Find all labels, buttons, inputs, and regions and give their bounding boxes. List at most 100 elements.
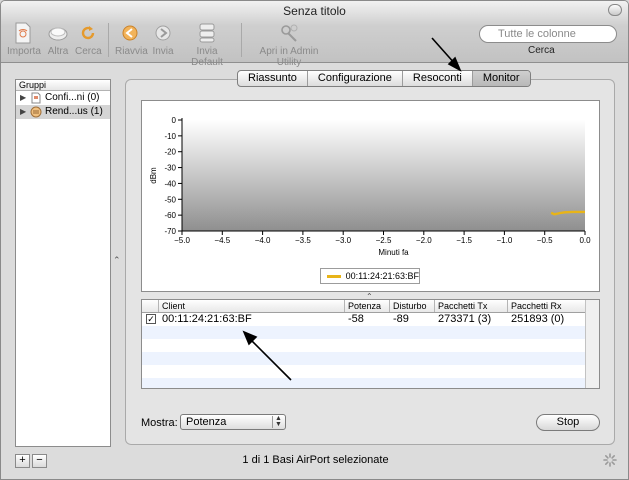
y-tick-label: -50 xyxy=(164,195,176,204)
status-text: 1 di 1 Basi AirPort selezionate xyxy=(242,454,389,466)
table-row-empty xyxy=(142,365,599,378)
potenza-cell: -58 xyxy=(348,313,364,325)
x-tick-label: −1.5 xyxy=(456,236,472,245)
table-header: Client Potenza Disturbo Pacchetti Tx Pac… xyxy=(142,300,599,313)
y-tick-label: 0 xyxy=(172,116,177,125)
legend-label: 00:11:24:21:63:BF xyxy=(345,271,419,281)
refresh-icon xyxy=(77,22,99,44)
restart-icon xyxy=(119,22,141,44)
toolbar: Senza titolo Importa Altra Cerca Riavvia… xyxy=(1,1,628,68)
mostra-value: Potenza xyxy=(186,416,227,428)
airport-base-icon xyxy=(47,22,69,44)
clients-table: Client Potenza Disturbo Pacchetti Tx Pac… xyxy=(141,299,600,389)
cerca-label: Cerca xyxy=(75,46,102,57)
column-header-pacchetti-tx[interactable]: Pacchetti Tx xyxy=(435,300,508,312)
chart-legend: 00:11:24:21:63:BF xyxy=(320,268,420,284)
mostra-select[interactable]: Potenza ▲ ▼ xyxy=(180,414,286,430)
x-tick-label: −2.5 xyxy=(376,236,392,245)
sidebar-item-rendezvous[interactable]: ▶ Rend...us (1) xyxy=(16,105,110,119)
window-title: Senza titolo xyxy=(283,4,346,18)
disclosure-triangle-icon[interactable]: ▶ xyxy=(20,105,28,119)
x-tick-label: 0.0 xyxy=(579,236,591,245)
window: Senza titolo Importa Altra Cerca Riavvia… xyxy=(0,0,629,480)
signal-chart-panel: 0 -10 -20 -30 -40 -50 -60 -70 −5.0 −4.5 −4.0 −3.5 −3… xyxy=(141,100,600,292)
signal-chart: 0 -10 -20 -30 -40 -50 -60 -70−5.0 −4.5 −4.0 −3.5 −3… xyxy=(149,116,591,257)
stop-button[interactable]: Stop xyxy=(536,414,600,431)
disclosure-triangle-icon[interactable]: ▶ xyxy=(20,91,28,105)
importa-button[interactable]: Importa xyxy=(7,22,41,57)
tab-resoconti[interactable]: Resoconti xyxy=(403,71,473,86)
invia-label: Invia xyxy=(152,46,174,57)
table-row-empty xyxy=(142,326,599,339)
toolbar-toggle-button[interactable] xyxy=(608,4,622,16)
sidebar-item-configurazioni[interactable]: ▶ Confi...ni (0) xyxy=(16,91,110,105)
sidebar-item-label: Rend...us (1) xyxy=(45,106,103,117)
altra-label: Altra xyxy=(47,46,69,57)
table-scrollbar[interactable] xyxy=(585,300,599,388)
y-tick-label: -30 xyxy=(164,164,176,173)
tab-riassunto[interactable]: Riassunto xyxy=(238,71,308,86)
tab-monitor[interactable]: Monitor xyxy=(472,71,530,86)
updown-arrows-icon: ▲ ▼ xyxy=(272,415,284,428)
server-icon xyxy=(196,22,218,44)
y-tick-label: -60 xyxy=(164,211,176,220)
document-icon xyxy=(31,92,41,104)
sidebar-header: Gruppi xyxy=(16,80,110,91)
search-label: Cerca xyxy=(528,45,555,56)
x-tick-label: −3.0 xyxy=(335,236,351,245)
table-row-empty xyxy=(142,352,599,365)
sidebar-item-label: Confi...ni (0) xyxy=(45,92,100,103)
tx-cell: 273371 (3) xyxy=(438,313,492,325)
column-header-potenza[interactable]: Potenza xyxy=(345,300,390,312)
x-tick-label: −0.5 xyxy=(537,236,553,245)
x-axis-label: Minuti fa xyxy=(378,248,409,257)
y-tick-label: -20 xyxy=(164,148,176,157)
invia-default-button[interactable]: Invia Default xyxy=(181,22,233,68)
y-tick-label: -70 xyxy=(164,227,176,236)
x-tick-label: −4.5 xyxy=(214,236,230,245)
x-tick-label: −1.0 xyxy=(497,236,513,245)
table-row-empty xyxy=(142,339,599,352)
admin-utility-icon xyxy=(278,22,300,44)
disturbo-cell: -89 xyxy=(393,313,409,325)
y-axis-label: dBm xyxy=(149,167,158,184)
importa-label: Importa xyxy=(7,46,41,57)
altra-button[interactable]: Altra xyxy=(45,22,71,57)
table-row[interactable]: ✓ 00:11:24:21:63:BF -58 -89 273371 (3) 2… xyxy=(142,313,599,326)
x-tick-label: −4.0 xyxy=(255,236,271,245)
tab-bar: Riassunto Configurazione Resoconti Monit… xyxy=(237,70,531,87)
tab-configurazione[interactable]: Configurazione xyxy=(308,71,403,86)
invia-button[interactable]: Invia xyxy=(151,22,175,57)
rx-cell: 251893 (0) xyxy=(511,313,565,325)
import-icon xyxy=(12,22,34,44)
column-header-client[interactable]: Client xyxy=(159,300,345,312)
groups-sidebar: Gruppi ▶ Confi...ni (0) ▶ Rend...us (1) xyxy=(15,79,111,447)
send-icon xyxy=(152,22,174,44)
apri-admin-label: Apri in Admin Utility xyxy=(259,46,319,68)
column-header-pacchetti-rx[interactable]: Pacchetti Rx xyxy=(508,300,588,312)
legend-swatch xyxy=(327,274,341,278)
y-tick-label: -40 xyxy=(164,179,176,188)
mostra-label: Mostra: xyxy=(141,417,178,429)
toolbar-separator xyxy=(241,23,242,57)
x-tick-label: −3.5 xyxy=(295,236,311,245)
column-header-disturbo[interactable]: Disturbo xyxy=(390,300,435,312)
rendezvous-icon xyxy=(30,106,42,118)
cerca-button[interactable]: Cerca xyxy=(75,22,102,57)
invia-default-label: Invia Default xyxy=(191,46,223,68)
split-view-handle[interactable]: ⌃ xyxy=(113,255,121,265)
riavvia-button[interactable]: Riavvia xyxy=(115,22,148,57)
y-tick-label: -10 xyxy=(164,132,176,141)
plot-area xyxy=(182,120,585,231)
x-tick-label: −5.0 xyxy=(174,236,190,245)
x-tick-label: −2.0 xyxy=(416,236,432,245)
column-header-check[interactable] xyxy=(142,300,159,312)
client-cell: 00:11:24:21:63:BF xyxy=(162,313,252,325)
search-input[interactable]: Tutte le colonne xyxy=(479,25,617,43)
table-row-empty xyxy=(142,378,599,388)
apri-admin-button[interactable]: Apri in Admin Utility xyxy=(247,22,331,68)
toolbar-separator xyxy=(108,23,109,57)
client-checkbox[interactable]: ✓ xyxy=(146,314,156,324)
riavvia-label: Riavvia xyxy=(115,46,148,57)
progress-spinner-icon xyxy=(603,453,617,467)
